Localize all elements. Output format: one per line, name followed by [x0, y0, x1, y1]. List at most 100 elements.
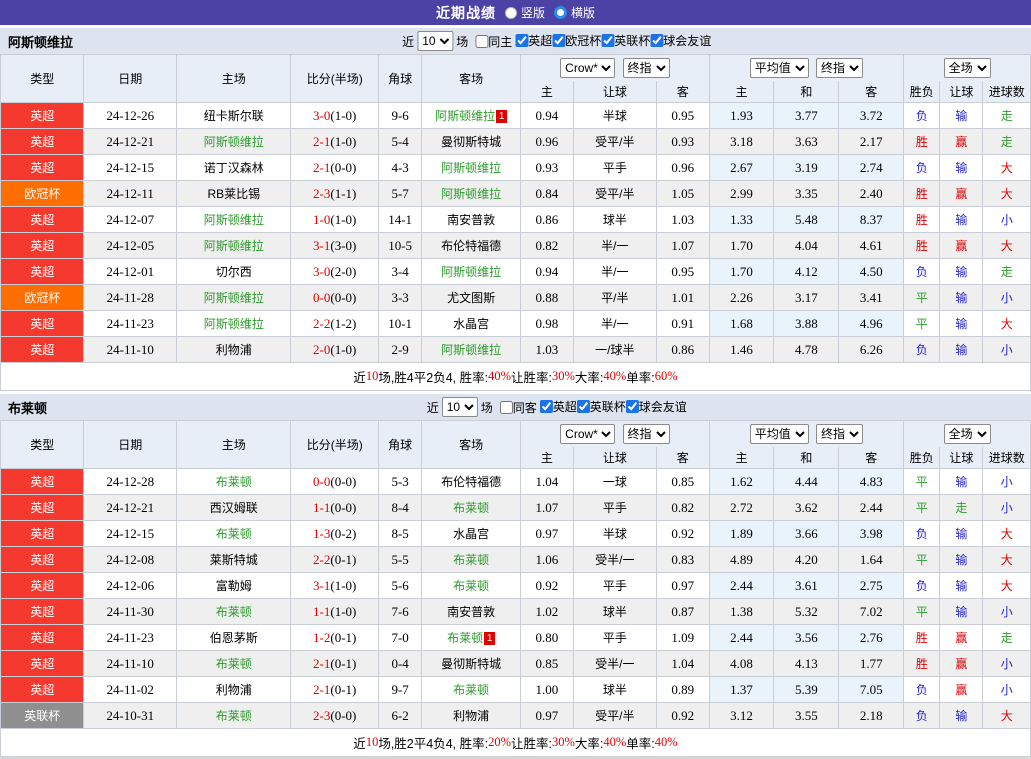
away-team[interactable]: 布莱顿	[421, 546, 522, 573]
away-team-link[interactable]: 布莱顿	[453, 501, 489, 515]
same-venue-checkbox[interactable]	[475, 34, 489, 48]
away-team[interactable]: 布莱顿	[421, 572, 522, 599]
home-team[interactable]: 切尔西	[176, 258, 292, 285]
same-venue-filter[interactable]: 同主	[475, 33, 512, 50]
away-team[interactable]: 布伦特福德	[421, 468, 522, 495]
away-team[interactable]: 布莱顿 1	[421, 624, 522, 651]
away-team[interactable]: 水晶宫	[421, 520, 522, 547]
away-team-link[interactable]: 尤文图斯	[447, 291, 495, 305]
home-team-link[interactable]: 阿斯顿维拉	[204, 291, 264, 305]
away-team-link[interactable]: 水晶宫	[453, 527, 489, 541]
away-team-link[interactable]: 布莱顿	[447, 631, 483, 645]
away-team[interactable]: 南安普敦	[421, 598, 522, 625]
away-team-link[interactable]: 布莱顿	[453, 579, 489, 593]
home-team-link[interactable]: 阿斯顿维拉	[204, 317, 264, 331]
odds-source-select[interactable]: Crow*	[560, 423, 616, 444]
avg-time-select[interactable]: 终指	[816, 423, 864, 444]
home-team[interactable]: 莱斯特城	[176, 546, 292, 573]
league-filter-英联杯[interactable]: 英联杯	[601, 32, 650, 49]
league-checkbox[interactable]	[515, 34, 529, 47]
away-team[interactable]: 利物浦	[421, 702, 522, 729]
away-team-link[interactable]: 曼彻斯特城	[441, 135, 501, 149]
home-team[interactable]: 伯恩茅斯	[176, 624, 292, 651]
away-team[interactable]: 曼彻斯特城	[421, 650, 522, 677]
league-checkbox[interactable]	[539, 400, 553, 413]
away-team[interactable]: 布莱顿	[421, 676, 522, 703]
away-team-link[interactable]: 阿斯顿维拉	[441, 161, 501, 175]
home-team-link[interactable]: 诺丁汉森林	[204, 161, 264, 175]
odds-time-select[interactable]: 终指	[622, 423, 670, 444]
home-team[interactable]: 利物浦	[176, 676, 292, 703]
home-team[interactable]: 阿斯顿维拉	[176, 310, 292, 337]
odds-time-select[interactable]: 终指	[622, 57, 670, 78]
match-scope-select[interactable]: 全场	[943, 423, 991, 444]
radio-icon-horizontal[interactable]	[554, 6, 567, 19]
home-team-link[interactable]: 布莱顿	[216, 709, 252, 723]
recent-count-select[interactable]: 10	[441, 397, 478, 417]
home-team-link[interactable]: 利物浦	[216, 683, 252, 697]
away-team-link[interactable]: 布伦特福德	[441, 475, 501, 489]
home-team-link[interactable]: 阿斯顿维拉	[204, 239, 264, 253]
home-team[interactable]: 诺丁汉森林	[176, 154, 292, 181]
avg-source-select[interactable]: 平均值	[749, 423, 809, 444]
away-team[interactable]: 阿斯顿维拉 1	[421, 102, 522, 129]
away-team-link[interactable]: 曼彻斯特城	[441, 657, 501, 671]
away-team-link[interactable]: 南安普敦	[447, 213, 495, 227]
league-filter-球会友谊[interactable]: 球会友谊	[650, 32, 711, 49]
away-team[interactable]: 尤文图斯	[421, 284, 522, 311]
league-checkbox[interactable]	[601, 34, 615, 47]
home-team-link[interactable]: 纽卡斯尔联	[204, 109, 264, 123]
recent-count-select[interactable]: 10	[417, 31, 454, 51]
home-team-link[interactable]: 富勒姆	[216, 579, 252, 593]
home-team-link[interactable]: 西汉姆联	[210, 501, 258, 515]
league-checkbox[interactable]	[552, 34, 566, 47]
home-team[interactable]: 布莱顿	[176, 702, 292, 729]
home-team[interactable]: RB莱比锡	[176, 180, 292, 207]
home-team-link[interactable]: 莱斯特城	[210, 553, 258, 567]
avg-time-select[interactable]: 终指	[816, 57, 864, 78]
away-team-link[interactable]: 布莱顿	[453, 683, 489, 697]
league-filter-英超[interactable]: 英超	[515, 32, 552, 49]
away-team-link[interactable]: 南安普敦	[447, 605, 495, 619]
home-team-link[interactable]: 阿斯顿维拉	[204, 213, 264, 227]
away-team-link[interactable]: 布伦特福德	[441, 239, 501, 253]
home-team-link[interactable]: 布莱顿	[216, 527, 252, 541]
away-team[interactable]: 曼彻斯特城	[421, 128, 522, 155]
avg-source-select[interactable]: 平均值	[749, 57, 809, 78]
home-team-link[interactable]: 利物浦	[216, 343, 252, 357]
home-team[interactable]: 西汉姆联	[176, 494, 292, 521]
away-team[interactable]: 布莱顿	[421, 494, 522, 521]
league-filter-球会友谊[interactable]: 球会友谊	[625, 398, 687, 415]
league-checkbox[interactable]	[625, 400, 639, 413]
away-team[interactable]: 阿斯顿维拉	[421, 336, 522, 363]
home-team[interactable]: 阿斯顿维拉	[176, 232, 292, 259]
home-team-link[interactable]: 布莱顿	[216, 657, 252, 671]
odds-source-select[interactable]: Crow*	[560, 57, 616, 78]
league-checkbox[interactable]	[576, 400, 590, 413]
radio-icon-vertical[interactable]	[504, 6, 517, 19]
home-team[interactable]: 布莱顿	[176, 468, 292, 495]
away-team[interactable]: 阿斯顿维拉	[421, 258, 522, 285]
away-team-link[interactable]: 阿斯顿维拉	[435, 109, 495, 123]
home-team[interactable]: 利物浦	[176, 336, 292, 363]
match-scope-select[interactable]: 全场	[943, 57, 991, 78]
home-team-link[interactable]: 切尔西	[216, 265, 252, 279]
away-team-link[interactable]: 阿斯顿维拉	[441, 187, 501, 201]
league-filter-英超[interactable]: 英超	[539, 398, 577, 415]
same-venue-checkbox[interactable]	[499, 400, 513, 414]
home-team[interactable]: 阿斯顿维拉	[176, 284, 292, 311]
league-filter-英联杯[interactable]: 英联杯	[576, 398, 626, 415]
away-team-link[interactable]: 阿斯顿维拉	[441, 265, 501, 279]
home-team[interactable]: 阿斯顿维拉	[176, 206, 292, 233]
home-team[interactable]: 富勒姆	[176, 572, 292, 599]
home-team-link[interactable]: 阿斯顿维拉	[204, 135, 264, 149]
home-team[interactable]: 布莱顿	[176, 520, 292, 547]
away-team[interactable]: 南安普敦	[421, 206, 522, 233]
layout-radio-horizontal[interactable]: 横版	[554, 4, 595, 21]
home-team[interactable]: 布莱顿	[176, 650, 292, 677]
home-team[interactable]: 纽卡斯尔联	[176, 102, 292, 129]
away-team[interactable]: 阿斯顿维拉	[421, 180, 522, 207]
away-team[interactable]: 阿斯顿维拉	[421, 154, 522, 181]
home-team[interactable]: 阿斯顿维拉	[176, 128, 292, 155]
layout-radio-vertical[interactable]: 竖版	[504, 4, 545, 21]
